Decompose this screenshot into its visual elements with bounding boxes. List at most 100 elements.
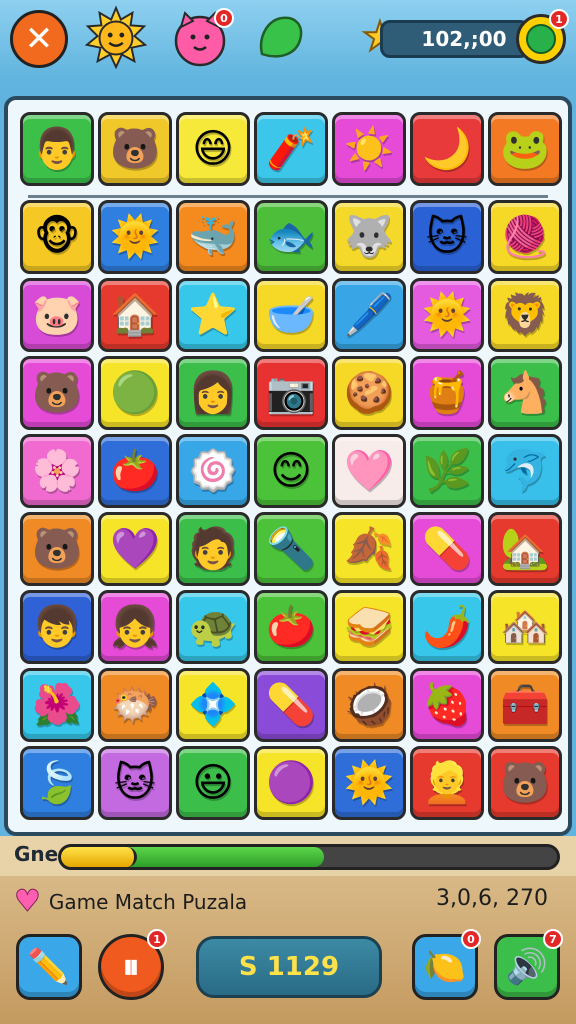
tile[interactable]: 😊 [254, 434, 328, 508]
tile[interactable]: 😄 [176, 112, 250, 186]
tile[interactable]: 🌙 [410, 112, 484, 186]
tile[interactable]: 🥪 [332, 590, 406, 664]
tile[interactable]: 🐺 [332, 200, 406, 274]
tile[interactable]: 🍥 [176, 434, 250, 508]
tile[interactable]: 📷 [254, 356, 328, 430]
lemon-button[interactable]: 🍋 0 [412, 929, 481, 1000]
tile[interactable]: 🐳 [176, 200, 250, 274]
tile[interactable]: 🌞 [332, 746, 406, 820]
tile-icon: 🟢 [110, 370, 160, 416]
tile-icon: 💊 [422, 526, 472, 572]
progress-track [58, 844, 560, 870]
tile-icon: 🍪 [344, 370, 394, 416]
gem-button[interactable]: 1 [516, 9, 569, 64]
tile[interactable]: 🍓 [410, 668, 484, 742]
tile[interactable]: 🍪 [332, 356, 406, 430]
tile[interactable]: 🐱 [410, 200, 484, 274]
tile[interactable]: 🟢 [98, 356, 172, 430]
tile[interactable]: 🌸 [20, 434, 94, 508]
tile[interactable]: 🧰 [488, 668, 562, 742]
tile[interactable]: 👩 [176, 356, 250, 430]
tile[interactable]: 🌶️ [410, 590, 484, 664]
tile[interactable]: 🧨 [254, 112, 328, 186]
pink-face-icon[interactable]: 0 [168, 6, 234, 70]
tile[interactable]: 🩷 [332, 434, 406, 508]
tile[interactable]: 🟣 [254, 746, 328, 820]
tile[interactable]: 🏠 [98, 278, 172, 352]
heart-icon: ♥ [14, 884, 42, 920]
tile-icon: 🌶️ [422, 604, 472, 650]
tile[interactable]: 🧶 [488, 200, 562, 274]
tile-icon: 💊 [266, 682, 316, 728]
tile[interactable]: 🌺 [20, 668, 94, 742]
tile[interactable]: 🖊️ [332, 278, 406, 352]
tile-icon: 🐻 [110, 126, 160, 172]
tile-icon: 🐵 [33, 214, 81, 260]
tile-icon: ⭐ [188, 292, 238, 338]
tile[interactable]: ☀️ [332, 112, 406, 186]
tile[interactable]: 🥣 [254, 278, 328, 352]
tile[interactable]: 🍅 [98, 434, 172, 508]
tile[interactable]: 🐬 [488, 434, 562, 508]
pause-button[interactable]: ⏸ 1 [98, 929, 167, 1000]
tile-icon: 🩷 [344, 448, 394, 494]
score-value: 102,;00 [421, 27, 507, 51]
tile[interactable]: 💠 [176, 668, 250, 742]
tile-icon: 🐴 [500, 370, 550, 416]
hint-button[interactable]: ✏️ [16, 934, 82, 1000]
tile-icon: 🐻 [500, 760, 550, 806]
tile[interactable]: 👧 [98, 590, 172, 664]
tile[interactable]: 🔦 [254, 512, 328, 586]
tile[interactable]: 👱 [410, 746, 484, 820]
tile[interactable]: 🌞 [410, 278, 484, 352]
tile[interactable]: 🥥 [332, 668, 406, 742]
shuffle-button[interactable]: 🔊 7 [494, 929, 563, 1000]
green-leaf-icon[interactable] [248, 6, 312, 70]
tile[interactable]: 🦁 [488, 278, 562, 352]
tile[interactable]: 🐻 [20, 512, 94, 586]
shuffle-icon: 🔊 [505, 947, 549, 987]
tile-icon: 🐻 [32, 370, 82, 416]
tile-icon: 🐱 [426, 214, 468, 260]
tile[interactable]: 🏡 [488, 512, 562, 586]
tile[interactable]: 💊 [410, 512, 484, 586]
tile[interactable]: 🐱 [98, 746, 172, 820]
tile[interactable]: 🐸 [488, 112, 562, 186]
tile[interactable]: 🐢 [176, 590, 250, 664]
tile-icon: 🏡 [500, 526, 550, 572]
tile[interactable]: 😃 [176, 746, 250, 820]
tile[interactable]: 🐵 [20, 200, 94, 274]
tile[interactable]: ⭐ [176, 278, 250, 352]
tile[interactable]: 🧑 [176, 512, 250, 586]
tile[interactable]: 🐟 [254, 200, 328, 274]
tile-icon: 🍥 [188, 448, 238, 494]
notification-badge: 1 [549, 9, 569, 29]
tile[interactable]: 🐻 [488, 746, 562, 820]
tile[interactable]: 🐷 [20, 278, 94, 352]
tile[interactable]: 🍅 [254, 590, 328, 664]
tile[interactable]: 🌞 [98, 200, 172, 274]
tile[interactable]: 👨 [20, 112, 94, 186]
tile[interactable]: 💜 [98, 512, 172, 586]
close-button[interactable]: ✕ [10, 10, 68, 68]
tile[interactable]: 🍃 [20, 746, 94, 820]
tile-icon: 🐳 [188, 214, 238, 260]
tile[interactable]: 👦 [20, 590, 94, 664]
tile[interactable]: 🐻 [20, 356, 94, 430]
tile[interactable]: 🐻 [98, 112, 172, 186]
top-bar: ✕ 0 ★ 102,;00 1 [0, 0, 576, 82]
tile[interactable]: 🏘️ [488, 590, 562, 664]
tile-icon: 🥣 [266, 292, 316, 338]
game-title: Game Match Puzala [48, 889, 248, 914]
tile[interactable]: 🍂 [332, 512, 406, 586]
tile[interactable]: 🍯 [410, 356, 484, 430]
tile[interactable]: 🐡 [98, 668, 172, 742]
pause-icon: ⏸ [122, 947, 140, 987]
tile-icon: 💠 [188, 682, 238, 728]
tile[interactable]: 🐴 [488, 356, 562, 430]
tile-icon: 🐷 [32, 292, 82, 338]
tile[interactable]: 🌿 [410, 434, 484, 508]
sun-icon[interactable] [84, 5, 148, 70]
tile-icon: 🔦 [266, 526, 316, 572]
tile[interactable]: 💊 [254, 668, 328, 742]
